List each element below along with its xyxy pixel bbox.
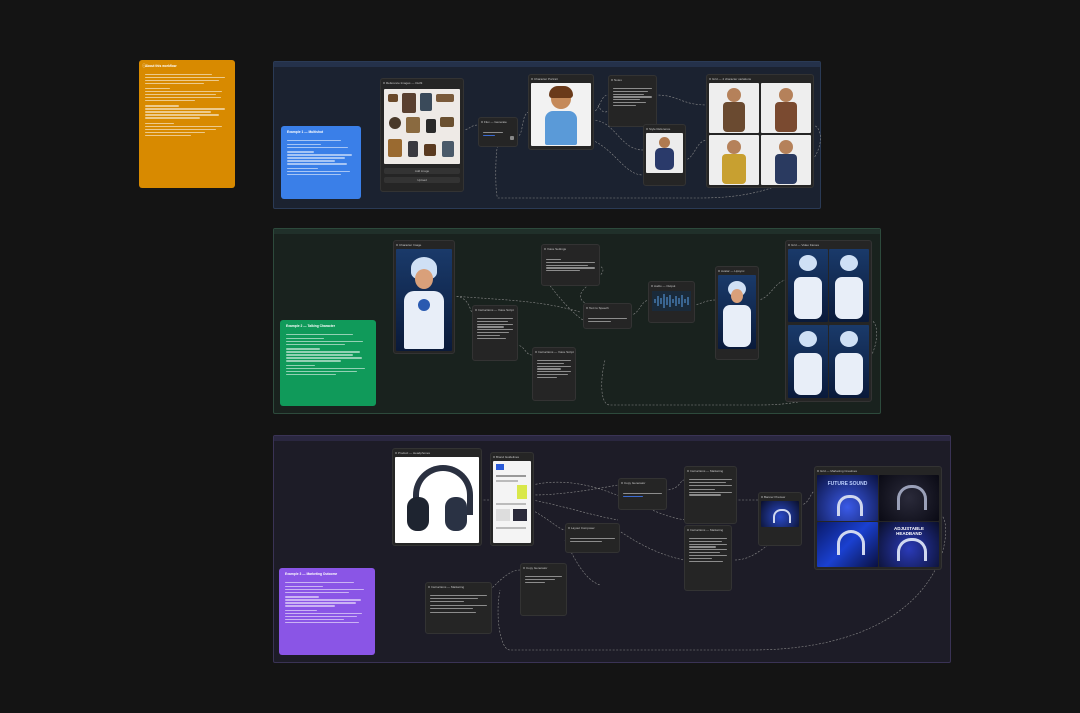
audio-output-node[interactable]: Audio — Output <box>648 281 695 323</box>
banner-headline-1: FUTURE SOUND <box>827 481 868 487</box>
node-title: Style Reference <box>649 127 671 131</box>
banner-headline-2: ADJUSTABLE HEADBAND <box>894 526 924 536</box>
banner-preview-node[interactable]: Banner Preview <box>758 492 802 546</box>
node-title: Product — Headphones <box>398 451 431 455</box>
example-2-note[interactable]: Example 2 — Talking Character <box>280 320 376 406</box>
marketing-instructions-node[interactable]: Instructions — Marketing <box>684 466 737 524</box>
example-3-body <box>285 580 369 625</box>
about-workflow-note[interactable]: ⓘ About this workflow <box>139 60 235 188</box>
style-reference-node[interactable]: Style Reference <box>643 124 686 186</box>
node-title: Grid — Video frames <box>791 243 819 247</box>
example-2-body <box>286 332 370 377</box>
headphones-product-image <box>395 457 479 543</box>
example-1-body <box>287 138 355 177</box>
brand-guidelines-node[interactable]: Brand Guidelines <box>490 452 534 546</box>
node-title: Instructions — Marketing <box>690 528 724 532</box>
node-title: Instructions — Marketing <box>431 585 465 589</box>
node-title: Audio — Output <box>654 284 676 288</box>
node-title: Banner Preview <box>764 495 786 499</box>
example-1-title: Example 1 — Multishot <box>287 130 324 134</box>
product-image-node[interactable]: Product — Headphones <box>392 448 482 546</box>
example-3-title: Example 3 — Marketing Outcome <box>285 572 338 576</box>
node-title: Instructions — Voice Script <box>538 350 574 354</box>
node-title: Flux — Generate <box>484 120 507 124</box>
voice-settings-node[interactable]: Voice Settings <box>541 244 600 286</box>
brand-guidelines-image <box>493 461 531 543</box>
node-title: Character Image <box>399 243 422 247</box>
character-portrait-node[interactable]: Character Portrait <box>528 74 594 150</box>
node-title: Copy Generator <box>526 566 548 570</box>
output-grid-node-1[interactable]: Grid — 4 character variations <box>706 74 814 188</box>
node-title: Instructions — Voice Script <box>478 308 514 312</box>
output-image-2 <box>761 83 811 133</box>
example-3-note[interactable]: Example 3 — Marketing Outcome <box>279 568 375 655</box>
output-image-3 <box>709 135 759 185</box>
node-title: Copy Generator <box>624 481 646 485</box>
creative-image-3 <box>817 522 878 567</box>
node-title: Layout Composer <box>571 526 595 530</box>
avatar-preview-image <box>718 275 756 349</box>
instructions-detail-node-2[interactable]: Instructions — Marketing <box>684 525 732 591</box>
upload-button[interactable]: Upload <box>384 177 460 183</box>
layout-composer-node[interactable]: Layout Composer <box>565 523 620 553</box>
output-grid-node-2[interactable]: Grid — Video frames <box>785 240 872 402</box>
character-image-node[interactable]: Character Image <box>393 240 455 354</box>
frame-image-4 <box>829 325 869 398</box>
text-to-speech-node[interactable]: Text to Speech <box>583 303 632 329</box>
instructions-detail-node[interactable]: Instructions — Voice Script <box>532 347 576 401</box>
avatar-lipsync-node[interactable]: Avatar — Lipsync <box>715 266 759 360</box>
creative-image-4: ADJUSTABLE HEADBAND <box>879 522 939 567</box>
example-1-note[interactable]: Example 1 — Multishot <box>281 126 361 199</box>
audio-waveform <box>652 291 691 311</box>
style-reference-image <box>646 133 683 173</box>
node-title: Grid — Marketing Creatives <box>820 469 858 473</box>
outfit-reference-image <box>384 89 460 164</box>
node-title: Instructions — Marketing <box>690 469 724 473</box>
toggle-icon[interactable] <box>510 136 514 140</box>
node-title: Character Portrait <box>534 77 558 81</box>
banner-preview-image <box>761 501 799 527</box>
node-title: Notes <box>614 78 622 82</box>
frame-image-2 <box>829 249 869 322</box>
flux-generate-node[interactable]: Flux — Generate <box>478 117 518 147</box>
output-grid-node-3[interactable]: Grid — Marketing Creatives FUTURE SOUND … <box>814 466 942 570</box>
node-title: Text to Speech <box>589 306 609 310</box>
node-title: Brand Guidelines <box>496 455 520 459</box>
creative-image-2 <box>879 475 939 521</box>
character-portrait-image <box>531 83 591 146</box>
character-image <box>396 249 452 351</box>
add-image-button[interactable]: Add image <box>384 168 460 174</box>
output-image-1 <box>709 83 759 133</box>
node-title: Grid — 4 character variations <box>712 77 752 81</box>
reference-images-node[interactable]: Reference Images — Outfit Add image Uplo… <box>380 78 464 192</box>
voice-script-node[interactable]: Instructions — Voice Script <box>472 305 518 361</box>
creative-image-1: FUTURE SOUND <box>817 475 878 521</box>
copy-generator-node[interactable]: Copy Generator <box>618 478 667 510</box>
marketing-note-node[interactable]: Instructions — Marketing <box>425 582 492 634</box>
node-title: Reference Images — Outfit <box>386 81 423 85</box>
output-image-4 <box>761 135 811 185</box>
about-note-body <box>145 72 229 138</box>
about-note-title: About this workflow <box>145 64 177 68</box>
example-2-title: Example 2 — Talking Character <box>286 324 336 328</box>
notes-node[interactable]: Notes <box>608 75 657 127</box>
node-title: Voice Settings <box>547 247 567 251</box>
frame-image-3 <box>788 325 828 398</box>
frame-image-1 <box>788 249 828 322</box>
node-title: Avatar — Lipsync <box>721 269 745 273</box>
copy-notes-node[interactable]: Copy Generator <box>520 563 567 616</box>
